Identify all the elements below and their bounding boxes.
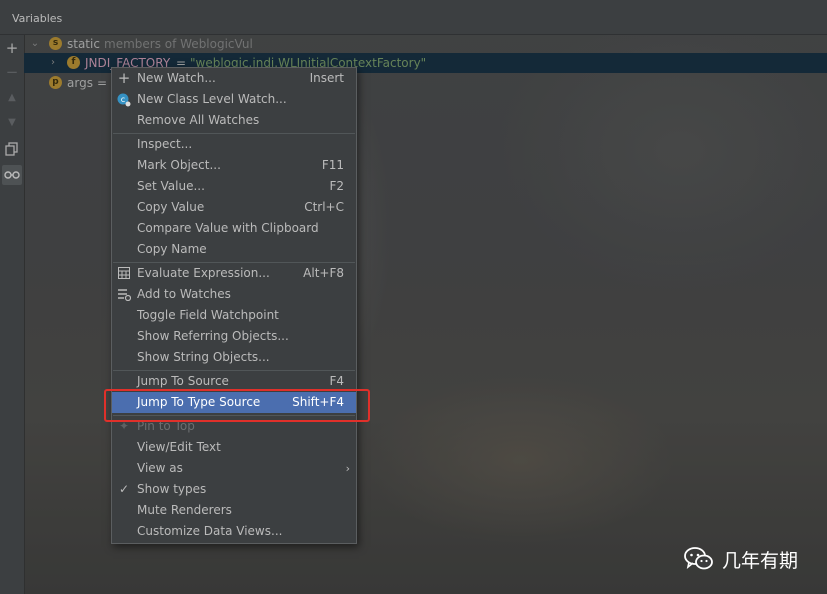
plus-icon: + [117, 69, 131, 87]
wechat-icon [684, 546, 714, 572]
add-watch-icon[interactable]: + [2, 38, 22, 58]
menu-item-set-value[interactable]: Set Value... F2 [112, 176, 356, 197]
context-menu: + New Watch... Insert c New Class Level … [111, 67, 357, 544]
copy-icon[interactable] [2, 139, 22, 159]
menu-item-copy-name[interactable]: Copy Name [112, 239, 356, 260]
menu-item-mark-object[interactable]: Mark Object... F11 [112, 155, 356, 176]
remove-watch-icon[interactable]: − [2, 62, 22, 82]
checkmark-icon: ✓ [118, 482, 130, 496]
menu-item-new-watch[interactable]: + New Watch... Insert [112, 68, 356, 89]
menu-item-inspect[interactable]: Inspect... [112, 134, 356, 155]
panel-header: Variables [0, 0, 827, 35]
move-down-icon[interactable]: ▼ [2, 113, 22, 133]
menu-item-new-class-level-watch[interactable]: c New Class Level Watch... [112, 89, 356, 110]
annotation-highlight-box [104, 389, 370, 422]
menu-item-copy-value[interactable]: Copy Value Ctrl+C [112, 197, 356, 218]
menu-item-show-referring-objects[interactable]: Show Referring Objects... [112, 326, 356, 347]
glasses-icon[interactable] [2, 165, 22, 185]
panel-title: Variables [12, 12, 63, 25]
debugger-toolbar: + − ▲ ▼ [0, 35, 25, 594]
menu-item-evaluate-expression[interactable]: Evaluate Expression... Alt+F8 [112, 263, 356, 284]
menu-item-customize-data-views[interactable]: Customize Data Views... [112, 521, 356, 542]
menu-item-compare-value[interactable]: Compare Value with Clipboard [112, 218, 356, 239]
menu-item-view-edit-text[interactable]: View/Edit Text [112, 437, 356, 458]
svg-text:c: c [121, 95, 125, 104]
menu-item-toggle-field-watchpoint[interactable]: Toggle Field Watchpoint [112, 305, 356, 326]
menu-item-show-string-objects[interactable]: Show String Objects... [112, 347, 356, 368]
chevron-right-icon: › [345, 462, 350, 475]
watermark-text: 几年有期 [722, 550, 799, 572]
move-up-icon[interactable]: ▲ [2, 88, 22, 108]
menu-item-show-types[interactable]: ✓ Show types [112, 479, 356, 500]
menu-item-view-as[interactable]: View as › [112, 458, 356, 479]
calculator-icon [117, 263, 131, 286]
menu-item-remove-all-watches[interactable]: Remove All Watches [112, 110, 356, 131]
menu-item-add-to-watches[interactable]: Add to Watches [112, 284, 356, 305]
menu-item-mute-renderers[interactable]: Mute Renderers [112, 500, 356, 521]
